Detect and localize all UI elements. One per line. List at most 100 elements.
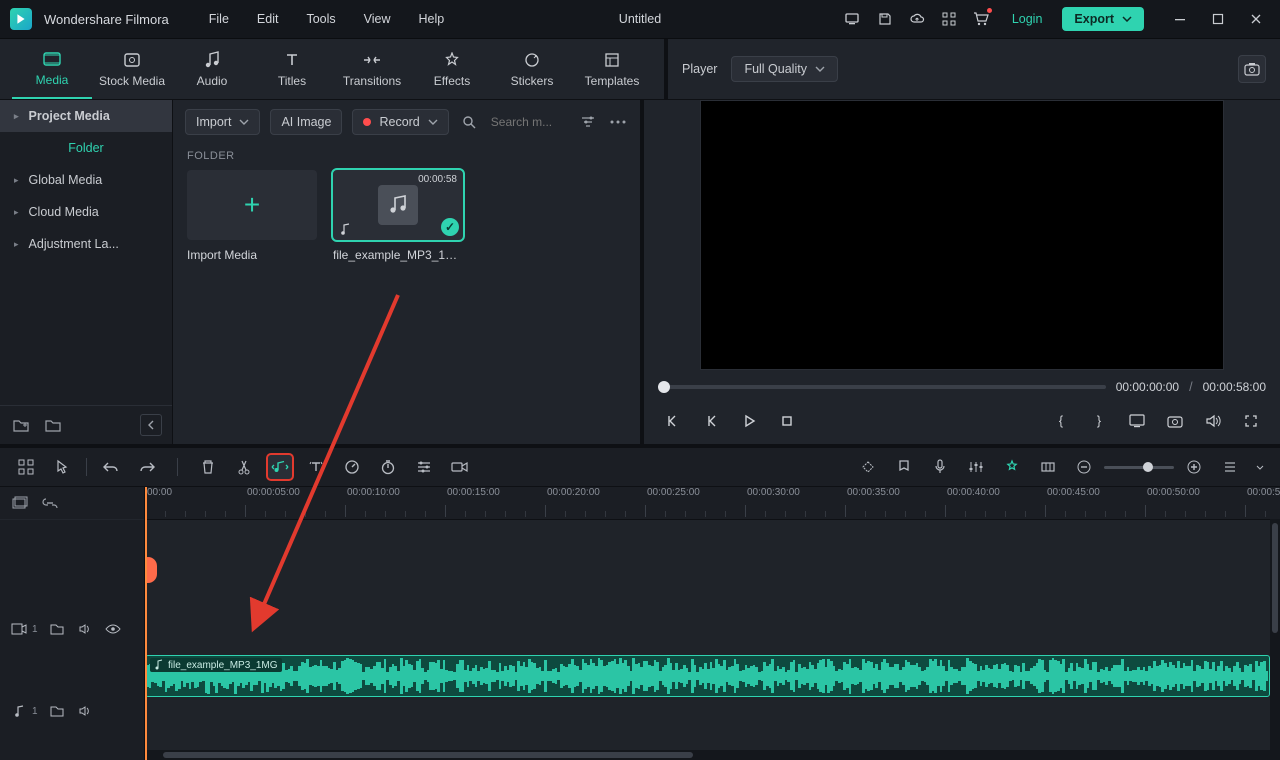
h-scrollbar[interactable]: [145, 750, 1280, 760]
mark-out-button[interactable]: }: [1086, 408, 1112, 434]
window-maximize[interactable]: [1200, 6, 1236, 32]
tab-stickers[interactable]: Stickers: [492, 39, 572, 99]
adjust-button[interactable]: [412, 455, 436, 479]
mark-in-button[interactable]: {: [1048, 408, 1074, 434]
audio-track-header[interactable]: 1: [0, 689, 144, 733]
tab-titles[interactable]: Titles: [252, 39, 332, 99]
preview-screen[interactable]: [700, 100, 1224, 370]
select-tool[interactable]: [50, 455, 74, 479]
speed-button[interactable]: [340, 455, 364, 479]
tab-transitions[interactable]: Transitions: [332, 39, 412, 99]
marker-button[interactable]: [892, 455, 916, 479]
timer-button[interactable]: [376, 455, 400, 479]
view-mode-dropdown[interactable]: [1254, 455, 1266, 479]
media-clip-card[interactable]: 00:00:58 ✓ file_example_MP3_1MG: [333, 170, 463, 262]
menu-view[interactable]: View: [352, 8, 403, 30]
new-folder-button[interactable]: [10, 414, 32, 436]
library-toolbar: Import AI Image Record: [173, 100, 640, 144]
zoom-knob[interactable]: [1143, 462, 1153, 472]
snapshot-button[interactable]: [1238, 55, 1266, 83]
track-lock-icon[interactable]: [48, 702, 66, 720]
fullscreen-button[interactable]: [1238, 408, 1264, 434]
undo-button[interactable]: [99, 455, 123, 479]
arrange-button[interactable]: [14, 455, 38, 479]
track-add-button[interactable]: [10, 493, 30, 513]
sidebar-item-global-media[interactable]: ▸ Global Media: [0, 164, 172, 196]
search-input[interactable]: [489, 114, 568, 130]
tab-stock-media[interactable]: Stock Media: [92, 39, 172, 99]
apps-icon[interactable]: [938, 8, 960, 30]
audio-stretch-button[interactable]: [268, 455, 292, 479]
tab-templates[interactable]: Templates: [572, 39, 652, 99]
ai-image-button[interactable]: AI Image: [270, 109, 342, 135]
snapshot-icon: [1244, 62, 1260, 76]
prev-frame-button[interactable]: [660, 408, 686, 434]
audio-clip[interactable]: file_example_MP3_1MG: [145, 655, 1270, 697]
window-close[interactable]: [1238, 6, 1274, 32]
view-mode-button[interactable]: [1218, 455, 1242, 479]
menu-tools[interactable]: Tools: [294, 8, 347, 30]
device-icon[interactable]: [842, 8, 864, 30]
track-mute-icon[interactable]: [76, 702, 94, 720]
mixer-button[interactable]: [964, 455, 988, 479]
play-button[interactable]: [736, 408, 762, 434]
sidebar-item-adjustment-layer[interactable]: ▸ Adjustment La...: [0, 228, 172, 260]
tab-media[interactable]: Media: [12, 39, 92, 99]
split-button[interactable]: [232, 455, 256, 479]
folder-button[interactable]: [42, 414, 64, 436]
player-duration: 00:00:58:00: [1203, 380, 1266, 394]
delete-button[interactable]: [196, 455, 220, 479]
track-lock-icon[interactable]: [48, 620, 66, 638]
window-minimize[interactable]: [1162, 6, 1198, 32]
step-back-button[interactable]: [698, 408, 724, 434]
export-button[interactable]: Export: [1062, 7, 1144, 31]
zoom-slider[interactable]: [1104, 466, 1174, 469]
voiceover-button[interactable]: [928, 455, 952, 479]
capture-button[interactable]: [1162, 408, 1188, 434]
keyframe-button[interactable]: [856, 455, 880, 479]
cart-icon[interactable]: [970, 8, 992, 30]
auto-button[interactable]: [1000, 455, 1024, 479]
project-title: Untitled: [619, 12, 661, 26]
text-tool[interactable]: [304, 455, 328, 479]
import-media-card[interactable]: + Import Media: [187, 170, 317, 262]
video-track-header[interactable]: 1: [0, 583, 144, 675]
v-scrollbar[interactable]: [1270, 519, 1280, 750]
menu-help[interactable]: Help: [407, 8, 457, 30]
menu-edit[interactable]: Edit: [245, 8, 291, 30]
player-label: Player: [682, 62, 717, 76]
tab-effects[interactable]: Effects: [412, 39, 492, 99]
login-button[interactable]: Login: [1002, 8, 1053, 30]
sidebar-item-project-media[interactable]: ▸ Project Media: [0, 100, 172, 132]
player-quality-dropdown[interactable]: Full Quality: [731, 56, 838, 82]
crop-button[interactable]: [1036, 455, 1060, 479]
zoom-in-button[interactable]: [1182, 455, 1206, 479]
redo-button[interactable]: [135, 455, 159, 479]
marker-handle[interactable]: [145, 557, 157, 583]
sidebar-item-folder[interactable]: Folder: [0, 132, 172, 164]
player-header: Player Full Quality: [668, 39, 1280, 99]
render-button[interactable]: [448, 455, 472, 479]
stop-button[interactable]: [774, 408, 800, 434]
link-button[interactable]: [40, 493, 60, 513]
zoom-out-button[interactable]: [1072, 455, 1096, 479]
cloud-icon[interactable]: [906, 8, 928, 30]
import-dropdown[interactable]: Import: [185, 109, 260, 135]
record-dropdown[interactable]: Record: [352, 109, 448, 135]
track-mute-icon[interactable]: [76, 620, 94, 638]
seek-knob[interactable]: [658, 381, 670, 393]
playhead[interactable]: [145, 487, 147, 760]
tab-audio[interactable]: Audio: [172, 39, 252, 99]
filter-button[interactable]: [578, 115, 598, 129]
timeline-ruler[interactable]: 00:0000:00:05:0000:00:10:0000:00:15:0000…: [145, 487, 1280, 520]
save-icon[interactable]: [874, 8, 896, 30]
sidebar-item-cloud-media[interactable]: ▸ Cloud Media: [0, 196, 172, 228]
display-button[interactable]: [1124, 408, 1150, 434]
volume-button[interactable]: [1200, 408, 1226, 434]
more-button[interactable]: [608, 120, 628, 124]
collapse-sidebar-button[interactable]: [140, 414, 162, 436]
seek-bar[interactable]: [658, 385, 1106, 389]
track-visible-icon[interactable]: [104, 620, 122, 638]
timeline-body[interactable]: 00:0000:00:05:0000:00:10:0000:00:15:0000…: [145, 487, 1280, 760]
menu-file[interactable]: File: [197, 8, 241, 30]
